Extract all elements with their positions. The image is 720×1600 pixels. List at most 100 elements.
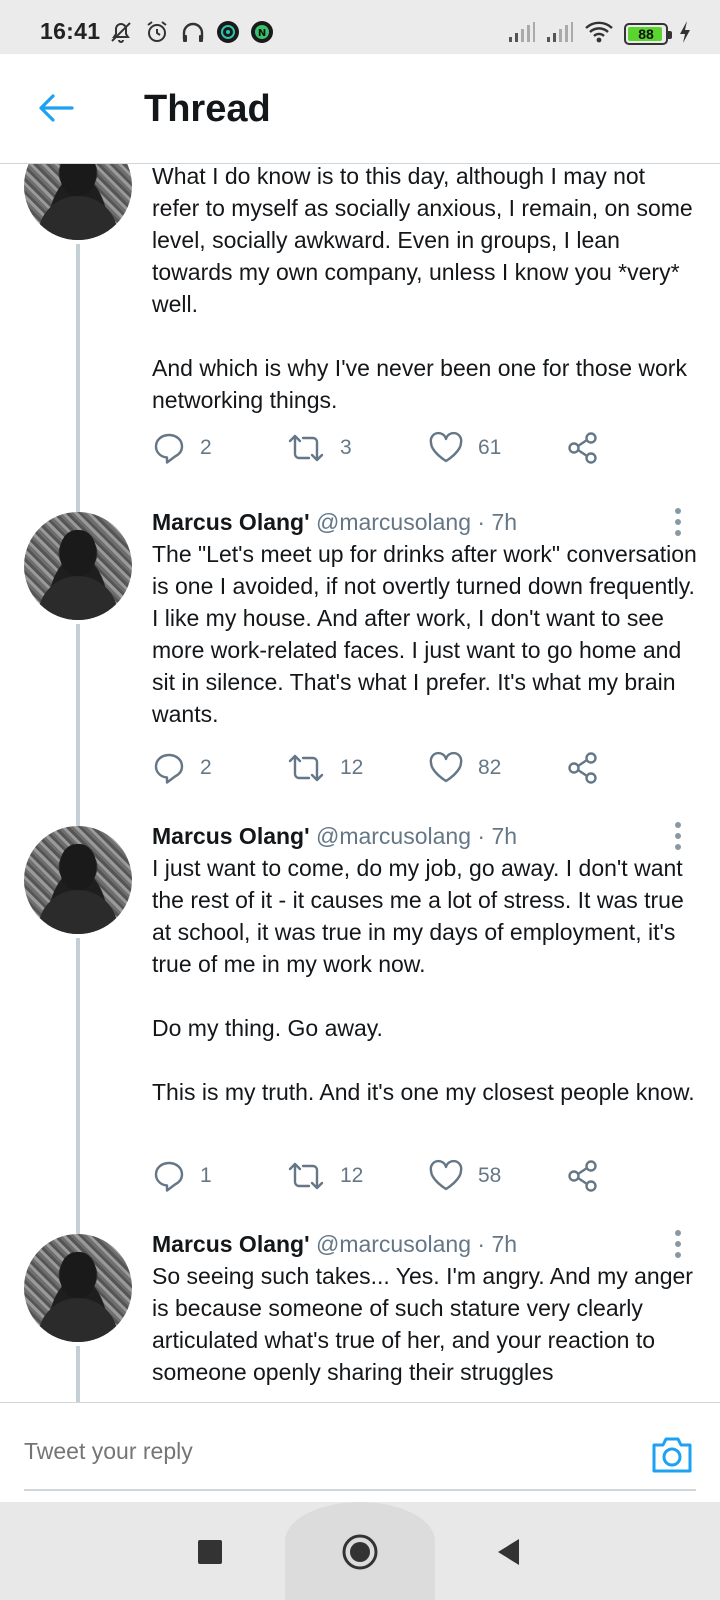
tweet-item[interactable]: What I do know is to this day, although … (0, 164, 720, 508)
thread-line (76, 1226, 80, 1234)
author-name[interactable]: Marcus Olang' (152, 509, 310, 535)
thread-line (76, 938, 80, 1226)
like-count: 58 (478, 1164, 502, 1187)
author-handle[interactable]: @marcusolang (316, 1231, 471, 1257)
heart-icon (429, 431, 463, 463)
arrow-left-icon (39, 94, 74, 122)
tweet-time: · 7h (477, 509, 518, 535)
retweet-button[interactable]: 12 (286, 1156, 363, 1196)
headphones-icon (180, 19, 206, 50)
alarm-icon (144, 19, 170, 50)
more-options-icon[interactable] (666, 506, 690, 538)
share-icon (568, 1160, 597, 1192)
thread-list[interactable]: What I do know is to this day, although … (0, 164, 720, 1402)
thread-line (76, 244, 80, 508)
like-count: 61 (478, 436, 502, 459)
system-nav-bar (0, 1502, 720, 1600)
author-handle[interactable]: @marcusolang (316, 823, 471, 849)
tweet-header: Marcus Olang' @marcusolang · 7h (152, 820, 517, 852)
author-name[interactable]: Marcus Olang' (152, 1231, 310, 1257)
wifi-icon (584, 20, 614, 49)
home-button[interactable] (336, 1528, 384, 1576)
app-icon-2: N (250, 20, 274, 49)
retweet-icon (288, 1162, 324, 1190)
circle-icon (342, 1534, 378, 1570)
like-count: 82 (478, 756, 502, 779)
tweet-actions: 2 12 82 (152, 748, 672, 788)
author-name[interactable]: Marcus Olang' (152, 823, 310, 849)
like-button[interactable]: 82 (428, 748, 501, 788)
camera-button[interactable] (650, 1435, 694, 1475)
retweet-count: 12 (340, 756, 364, 779)
svg-text:N: N (258, 28, 266, 39)
like-button[interactable]: 58 (428, 1156, 501, 1196)
thread-line (76, 818, 80, 826)
author-handle[interactable]: @marcusolang (316, 509, 471, 535)
battery-icon: 88 (624, 23, 672, 45)
notification-icons: N (108, 20, 274, 48)
signal-1-icon (508, 21, 536, 48)
reply-button[interactable]: 2 (152, 748, 212, 788)
more-options-icon[interactable] (666, 820, 690, 852)
reply-icon (154, 1161, 184, 1192)
tweet-item[interactable]: Marcus Olang' @marcusolang · 7h The "Let… (0, 504, 720, 818)
reply-underline (24, 1489, 696, 1491)
tweet-header: Marcus Olang' @marcusolang · 7h (152, 506, 517, 538)
tweet-text: So seeing such takes... Yes. I'm angry. … (152, 1263, 700, 1385)
reply-input[interactable] (24, 1425, 624, 1477)
like-button[interactable]: 61 (428, 428, 501, 468)
reply-count: 2 (200, 756, 212, 779)
recents-button[interactable] (186, 1528, 234, 1576)
heart-icon (429, 751, 463, 783)
thread-line (76, 1346, 80, 1402)
share-icon (568, 752, 597, 784)
reply-count: 1 (200, 1164, 212, 1187)
app-icon-1 (216, 20, 240, 49)
share-button[interactable] (566, 748, 600, 788)
retweet-count: 12 (340, 1164, 364, 1187)
retweet-button[interactable]: 3 (286, 428, 352, 468)
reply-icon (154, 753, 184, 784)
tweet-text: What I do know is to this day, although … (152, 164, 693, 413)
avatar[interactable] (24, 512, 132, 620)
avatar[interactable] (24, 826, 132, 934)
back-button[interactable] (32, 84, 80, 132)
signal-2-icon (546, 21, 574, 48)
tweet-text: I just want to come, do my job, go away.… (152, 855, 695, 1105)
thread-line (76, 504, 80, 512)
tweet-item[interactable]: Marcus Olang' @marcusolang · 7h I just w… (0, 818, 720, 1226)
share-button[interactable] (566, 428, 600, 468)
more-options-icon[interactable] (666, 1228, 690, 1260)
status-bar: 16:41 N 88 (0, 0, 720, 54)
tweet-text: The "Let's meet up for drinks after work… (152, 541, 704, 727)
tweet-time: · 7h (477, 823, 518, 849)
page-title: Thread (144, 88, 271, 130)
retweet-icon (288, 434, 324, 462)
battery-level: 88 (638, 26, 654, 42)
tweet-time: · 7h (477, 1231, 518, 1257)
square-icon (198, 1540, 222, 1564)
reply-button[interactable]: 2 (152, 428, 212, 468)
mute-icon (108, 19, 134, 50)
reply-icon (154, 433, 184, 464)
reply-count: 2 (200, 436, 212, 459)
share-button[interactable] (566, 1156, 600, 1196)
thread-line (76, 624, 80, 818)
tweet-actions: 1 12 58 (152, 1156, 672, 1196)
retweet-button[interactable]: 12 (286, 748, 363, 788)
back-nav-button[interactable] (484, 1528, 532, 1576)
retweet-count: 3 (340, 436, 352, 459)
reply-bar (0, 1402, 720, 1502)
status-time: 16:41 (40, 18, 101, 44)
avatar[interactable] (24, 164, 132, 240)
retweet-icon (288, 754, 324, 782)
app-header: Thread (0, 54, 720, 164)
tweet-item[interactable]: Marcus Olang' @marcusolang · 7h So seein… (0, 1226, 720, 1402)
reply-button[interactable]: 1 (152, 1156, 212, 1196)
avatar[interactable] (24, 1234, 132, 1342)
heart-icon (429, 1159, 463, 1191)
tweet-actions: 2 3 61 (152, 428, 672, 468)
tweet-header: Marcus Olang' @marcusolang · 7h (152, 1228, 517, 1260)
share-icon (568, 432, 597, 464)
triangle-back-icon (498, 1539, 519, 1565)
